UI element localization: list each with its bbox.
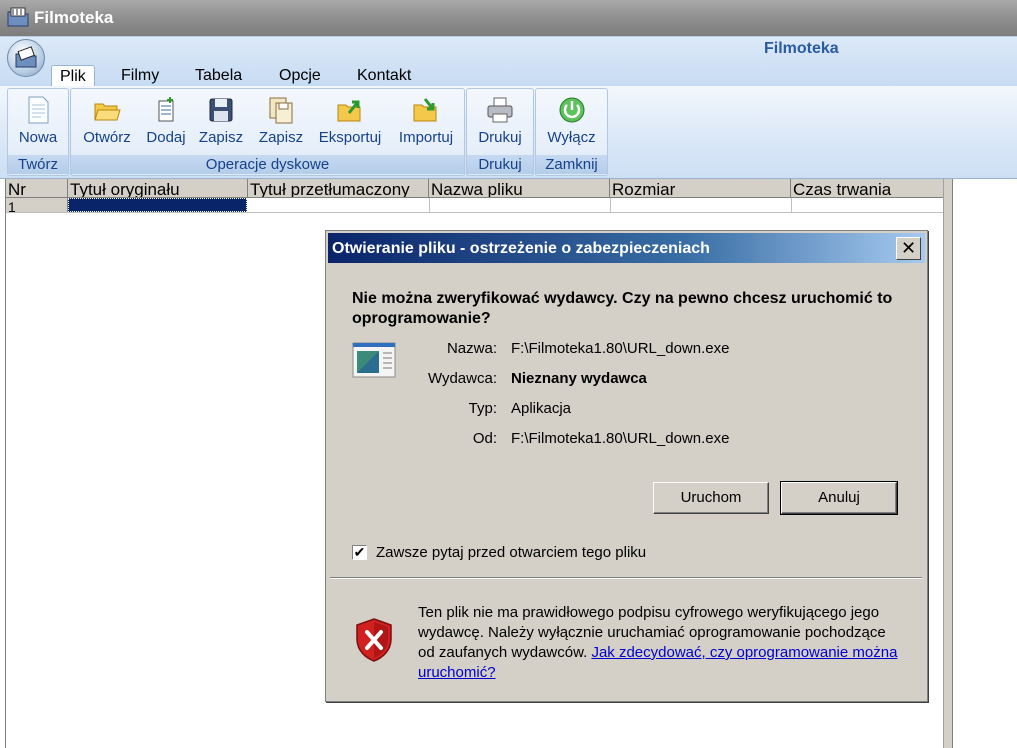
add-button-label: Dodaj xyxy=(146,129,186,146)
column-header-original-title[interactable]: Tytuł oryginału xyxy=(68,179,248,197)
row-number: 1 xyxy=(6,198,68,212)
new-button-label: Nowa xyxy=(18,129,58,146)
run-button[interactable]: Uruchom xyxy=(653,482,769,514)
print-button-label: Drukuj xyxy=(478,129,522,146)
add-button[interactable]: Dodaj xyxy=(141,93,191,153)
warning-text: Ten plik nie ma prawidłowego podpisu cyf… xyxy=(418,603,898,683)
export-button-label: Eksportuj xyxy=(318,129,382,146)
group-drukuj-title: Drukuj xyxy=(467,155,533,174)
field-value-type: Aplikacja xyxy=(511,400,572,417)
group-operacje-dyskowe-title: Operacje dyskowe xyxy=(71,155,464,174)
security-warning-dialog: Otwieranie pliku - ostrzeżenie o zabezpi… xyxy=(325,230,928,702)
grid-line xyxy=(791,198,792,212)
checkmark-icon: ✔ xyxy=(353,544,366,560)
export-button[interactable]: Eksportuj xyxy=(313,93,387,153)
open-button[interactable]: Otwórz xyxy=(75,93,139,153)
field-label-publisher: Wydawca: xyxy=(427,370,497,387)
field-label-type: Typ: xyxy=(468,400,497,417)
new-button[interactable]: Nowa xyxy=(10,93,66,153)
tab-filmy[interactable]: Filmy xyxy=(113,65,167,87)
tab-kontakt[interactable]: Kontakt xyxy=(349,65,419,87)
save-as-button-label: Zapisz xyxy=(258,129,304,146)
table-row[interactable]: 1 xyxy=(6,198,944,213)
print-button[interactable]: Drukuj xyxy=(470,93,530,153)
folder-open-icon xyxy=(92,95,122,125)
shutdown-button-label: Wyłącz xyxy=(547,129,596,146)
grid-header: Nr Tytuł oryginału Tytuł przetłumaczony … xyxy=(6,179,944,198)
group-tworz-title: Twórz xyxy=(8,155,68,174)
dialog-title: Otwieranie pliku - ostrzeżenie o zabezpi… xyxy=(332,240,710,257)
grid-line xyxy=(429,198,430,212)
tab-opcje[interactable]: Opcje xyxy=(271,65,329,87)
group-operacje-dyskowe: Otwórz Dodaj Zapisz Zapisz Eksportuj Imp… xyxy=(70,88,465,176)
power-icon xyxy=(557,95,587,125)
vertical-splitter[interactable] xyxy=(943,179,953,748)
open-button-label: Otwórz xyxy=(83,129,131,146)
tab-tabela[interactable]: Tabela xyxy=(187,65,250,87)
ribbon-title: Filmoteka xyxy=(764,40,839,57)
column-header-duration[interactable]: Czas trwania xyxy=(791,179,944,197)
import-button-label: Importuj xyxy=(398,129,454,146)
film-folder-icon xyxy=(6,6,30,33)
dialog-title-bar[interactable]: Otwieranie pliku - ostrzeżenie o zabezpi… xyxy=(328,233,925,263)
column-header-translated-title[interactable]: Tytuł przetłumaczony xyxy=(248,179,429,197)
field-value-name: F:\Filmoteka1.80\URL_down.exe xyxy=(511,340,730,357)
always-ask-checkbox[interactable]: ✔ xyxy=(352,545,367,560)
group-zamknij-title: Zamknij xyxy=(536,155,607,174)
group-drukuj: Drukuj Drukuj xyxy=(466,88,534,176)
close-button[interactable]: ✕ xyxy=(896,237,921,260)
tab-plik[interactable]: Plik xyxy=(51,65,95,88)
save-button[interactable]: Zapisz xyxy=(193,93,249,153)
grid-line xyxy=(610,198,611,212)
column-header-size[interactable]: Rozmiar xyxy=(610,179,791,197)
window-title: Filmoteka xyxy=(34,8,114,27)
floppy-disk-icon xyxy=(206,95,236,125)
printer-icon xyxy=(485,95,515,125)
group-zamknij: Wyłącz Zamknij xyxy=(535,88,608,176)
field-value-from: F:\Filmoteka1.80\URL_down.exe xyxy=(511,430,730,447)
save-as-button[interactable]: Zapisz xyxy=(251,93,311,153)
field-label-name: Nazwa: xyxy=(446,340,497,357)
new-document-icon xyxy=(23,95,53,125)
save-button-label: Zapisz xyxy=(198,129,244,146)
column-header-nr[interactable]: Nr xyxy=(6,179,68,197)
import-button[interactable]: Importuj xyxy=(391,93,461,153)
always-ask-label[interactable]: Zawsze pytaj przed otwarciem tego pliku xyxy=(376,544,646,561)
folder-import-icon xyxy=(411,95,441,125)
folder-export-icon xyxy=(335,95,365,125)
selected-cell[interactable] xyxy=(68,198,247,212)
security-shield-error-icon xyxy=(354,617,394,668)
shutdown-button[interactable]: Wyłącz xyxy=(539,93,604,153)
dialog-question: Nie można zweryfikować wydawcy. Czy na p… xyxy=(352,290,893,327)
group-tworz: Nowa Twórz xyxy=(7,88,69,176)
ribbon-body: Nowa Twórz Otwórz Dodaj Zapisz Zapisz Ek… xyxy=(0,86,1017,179)
add-document-icon xyxy=(151,95,181,125)
field-value-publisher: Nieznany wydawca xyxy=(511,370,647,387)
cancel-button[interactable]: Anuluj xyxy=(780,481,898,515)
field-label-from: Od: xyxy=(472,430,497,447)
window-title-bar[interactable]: Filmoteka xyxy=(0,0,1017,36)
save-as-icon xyxy=(266,95,296,125)
ribbon-header: Filmoteka Plik Filmy Tabela Opcje Kontak… xyxy=(0,36,1017,88)
application-menu-button[interactable] xyxy=(7,39,45,77)
close-icon: ✕ xyxy=(900,238,917,258)
dialog-separator xyxy=(330,577,922,579)
column-header-file-name[interactable]: Nazwa pliku xyxy=(429,179,610,197)
